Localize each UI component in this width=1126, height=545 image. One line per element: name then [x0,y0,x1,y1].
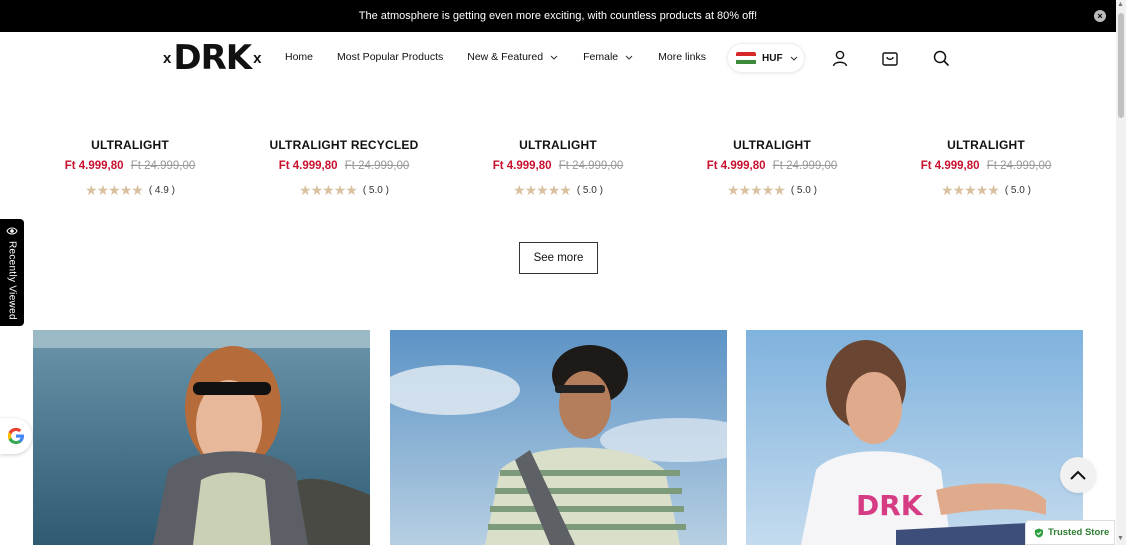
chevron-down-icon [790,56,797,61]
product-name[interactable]: ULTRALIGHT [23,138,237,154]
user-icon[interactable] [831,49,849,67]
trusted-store-badge[interactable]: Trusted Store [1025,520,1115,545]
product-old-price: Ft 24.999,00 [986,160,1052,172]
shield-check-icon [1035,528,1043,537]
banner-image-men[interactable] [390,330,727,545]
announcement-text: The atmosphere is getting even more exci… [358,10,758,22]
product-prices: Ft 4.999,80 Ft 24.999,00 [879,160,1093,176]
nav-item-more-links[interactable]: More links [658,51,706,63]
scrollbar-thumb[interactable] [1118,13,1124,118]
nav-label: Home [285,51,314,63]
product-old-price: Ft 24.999,00 [344,160,410,172]
banner-image-kids[interactable]: DRK [746,330,1083,545]
announcement-bar: The atmosphere is getting even more exci… [0,0,1116,32]
star-rating-icon: ★★★★★ [85,182,144,198]
chevron-down-icon [625,55,633,60]
logo[interactable]: x DRK x [163,40,261,76]
nav-item-most-popular[interactable]: Most Popular Products [337,51,443,63]
product-card[interactable]: ULTRALIGHT Ft 4.999,80 Ft 24.999,00 ★★★★… [879,138,1093,199]
shopping-bag-icon[interactable] [881,49,899,67]
product-price: Ft 4.999,80 [706,160,766,172]
star-rating-icon: ★★★★★ [299,182,358,198]
product-rating: ★★★★★ ( 5.0 ) [451,182,665,199]
star-rating-icon: ★★★★★ [727,182,786,198]
svg-text:DRK: DRK [856,489,924,522]
product-prices: Ft 4.999,80 Ft 24.999,00 [23,160,237,176]
close-icon[interactable]: × [1094,10,1106,22]
product-prices: Ft 4.999,80 Ft 24.999,00 [665,160,879,176]
chevron-up-icon [1070,470,1086,480]
trusted-store-label: Trusted Store [1048,527,1110,538]
product-name[interactable]: ULTRALIGHT [879,138,1093,154]
product-price: Ft 4.999,80 [278,160,338,172]
product-prices: Ft 4.999,80 Ft 24.999,00 [237,160,451,176]
recently-viewed-tab[interactable]: Recently Viewed [0,219,24,326]
page-scrollbar[interactable]: ▲ ▼ [1116,0,1126,545]
product-old-price: Ft 24.999,00 [558,160,624,172]
logo-text: DRK [173,38,252,78]
product-price: Ft 4.999,80 [64,160,124,172]
rating-value: ( 5.0 ) [362,185,389,196]
product-rating: ★★★★★ ( 5.0 ) [879,182,1093,199]
scroll-to-top-button[interactable] [1060,457,1096,493]
product-price: Ft 4.999,80 [920,160,980,172]
nav-item-female[interactable]: Female [583,51,634,63]
scroll-up-arrow-icon[interactable]: ▲ [1117,1,1124,8]
product-card[interactable]: ULTRALIGHT Ft 4.999,80 Ft 24.999,00 ★★★★… [665,138,879,199]
nav-label: New & Featured [467,51,544,63]
nav-label: More links [658,51,706,63]
product-rating: ★★★★★ ( 4.9 ) [23,182,237,199]
eye-icon [6,227,18,235]
rating-value: ( 4.9 ) [148,185,175,196]
search-icon[interactable] [932,49,950,67]
product-card[interactable]: ULTRALIGHT Ft 4.999,80 Ft 24.999,00 ★★★★… [23,138,237,199]
scroll-down-arrow-icon[interactable]: ▼ [1117,535,1124,542]
currency-selector[interactable]: HUF [727,43,805,73]
star-rating-icon: ★★★★★ [941,182,1000,198]
product-rating: ★★★★★ ( 5.0 ) [665,182,879,199]
product-name[interactable]: ULTRALIGHT [451,138,665,154]
product-list: ULTRALIGHT Ft 4.999,80 Ft 24.999,00 ★★★★… [23,138,1093,199]
product-card[interactable]: ULTRALIGHT RECYCLED Ft 4.999,80 Ft 24.99… [237,138,451,199]
rating-value: ( 5.0 ) [1004,185,1031,196]
hungary-flag-icon [736,51,756,65]
google-reviews-badge[interactable] [0,418,32,454]
site-header: x DRK x Home Most Popular Products New &… [0,32,1116,86]
currency-label: HUF [762,52,783,64]
recently-viewed-label: Recently Viewed [6,241,18,320]
logo-cross-right: x [253,49,262,67]
product-rating: ★★★★★ ( 5.0 ) [237,182,451,199]
product-price: Ft 4.999,80 [492,160,552,172]
banner-image-women[interactable] [33,330,370,545]
product-prices: Ft 4.999,80 Ft 24.999,00 [451,160,665,176]
main-nav: Home Most Popular Products New & Feature… [285,51,706,63]
product-name[interactable]: ULTRALIGHT [665,138,879,154]
chevron-down-icon [550,55,558,60]
rating-value: ( 5.0 ) [576,185,603,196]
star-rating-icon: ★★★★★ [513,182,572,198]
product-card[interactable]: ULTRALIGHT Ft 4.999,80 Ft 24.999,00 ★★★★… [451,138,665,199]
google-icon [7,427,24,444]
page: The atmosphere is getting even more exci… [0,0,1126,545]
rating-value: ( 5.0 ) [790,185,817,196]
product-name[interactable]: ULTRALIGHT RECYCLED [237,138,451,154]
nav-item-new-featured[interactable]: New & Featured [467,51,559,63]
nav-label: Female [583,51,619,63]
product-old-price: Ft 24.999,00 [130,160,196,172]
product-old-price: Ft 24.999,00 [772,160,838,172]
see-more-button[interactable]: See more [519,242,598,274]
nav-item-home[interactable]: Home [285,51,313,63]
nav-label: Most Popular Products [337,51,444,63]
logo-cross-left: x [163,49,172,67]
